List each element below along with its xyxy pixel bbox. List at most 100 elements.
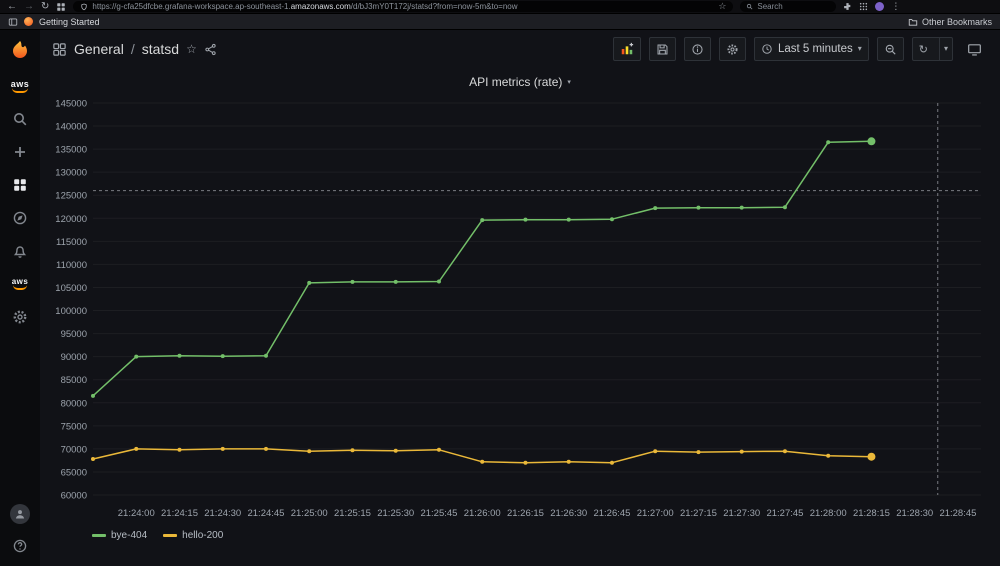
panel-menu-caret-icon: ▾ (567, 78, 571, 86)
x-axis-label: 21:26:15 (507, 508, 544, 519)
y-axis-label: 60000 (61, 491, 87, 502)
y-axis-label: 130000 (55, 168, 87, 179)
series-point-hello-200 (480, 459, 485, 464)
x-axis-label: 21:27:15 (680, 508, 717, 519)
extensions-puzzle-icon[interactable] (843, 2, 852, 11)
y-axis-label: 125000 (55, 191, 87, 202)
address-bar[interactable]: https://g-cfa25dfcbe.grafana-workspace.a… (73, 1, 734, 12)
timeseries-chart[interactable]: 60000 65000 70000 75000 80000 85000 90000 95000… (45, 93, 995, 525)
forward-icon[interactable]: → (24, 0, 34, 14)
legend-item-bye-404[interactable]: bye-404 (92, 530, 147, 541)
time-range-picker[interactable]: Last 5 minutes ▾ (753, 37, 869, 61)
sidebar-item-explore[interactable] (9, 208, 31, 228)
x-axis-label: 21:28:45 (939, 508, 976, 519)
series-point-bye-404 (826, 140, 831, 145)
browser-search-input[interactable]: Search (740, 1, 837, 12)
x-axis-label: 21:25:45 (420, 508, 457, 519)
browser-menu-icon[interactable]: ⋮ (891, 1, 900, 12)
y-axis-label: 100000 (55, 306, 87, 317)
dashboard-insights-button[interactable] (683, 37, 711, 61)
zoom-out-icon (885, 44, 896, 55)
add-panel-icon (621, 42, 634, 55)
legend-item-hello-200[interactable]: hello-200 (163, 530, 223, 541)
refresh-button[interactable]: ↻ (913, 38, 934, 60)
save-icon (657, 44, 668, 54)
search-placeholder: Search (757, 2, 783, 11)
search-icon (747, 3, 753, 10)
chart-legend: bye-404 hello-200 (44, 525, 996, 543)
series-point-hello-200 (134, 446, 139, 451)
tabs-grid-icon[interactable] (56, 2, 66, 12)
back-icon[interactable]: ← (7, 0, 17, 14)
save-dashboard-button[interactable] (648, 37, 676, 61)
x-axis-label: 21:24:00 (118, 508, 155, 519)
series-point-hello-200 (350, 448, 355, 453)
panel-title[interactable]: API metrics (rate) ▾ (44, 71, 996, 93)
series-point-hello-200 (609, 460, 614, 465)
series-swatch (92, 533, 106, 537)
series-point-bye-404 (263, 353, 268, 358)
x-axis-label: 21:26:00 (464, 508, 501, 519)
series-point-bye-404 (134, 354, 139, 359)
refresh-interval-dropdown[interactable]: ▾ (938, 38, 952, 60)
series-point-hello-200 (653, 449, 658, 454)
sidebar-item-aws[interactable]: aws (9, 274, 31, 294)
series-point-bye-404 (350, 279, 355, 284)
breadcrumb-dashboard[interactable]: statsd (142, 41, 179, 57)
favorite-star-icon[interactable]: ☆ (186, 42, 197, 56)
sidebar-toggle-icon[interactable] (8, 17, 18, 27)
y-axis-label: 145000 (55, 99, 87, 110)
y-axis-label: 110000 (56, 260, 87, 271)
zoom-out-button[interactable] (876, 37, 904, 61)
bookmark-getting-started[interactable]: Getting Started (39, 17, 100, 27)
user-avatar[interactable] (10, 504, 30, 524)
series-point-hello-200 (867, 452, 876, 461)
x-axis-label: 21:28:15 (853, 508, 890, 519)
y-axis-label: 120000 (55, 214, 87, 225)
browser-topbar: ← → ↻ https://g-cfa25dfcbe.grafana-works… (0, 0, 1000, 14)
help-icon[interactable] (9, 536, 31, 556)
refresh-button-group: ↻ ▾ (911, 37, 953, 61)
clock-icon (762, 44, 772, 54)
x-axis-label: 21:26:30 (550, 508, 587, 519)
profile-avatar[interactable] (875, 2, 885, 11)
bookmark-star-icon[interactable]: ☆ (718, 1, 726, 12)
reload-icon[interactable]: ↻ (41, 0, 49, 14)
other-bookmarks[interactable]: Other Bookmarks (908, 17, 992, 27)
series-point-hello-200 (566, 459, 571, 464)
series-point-bye-404 (523, 217, 528, 222)
x-axis-label: 21:28:00 (810, 508, 847, 519)
series-line-bye-404 (92, 140, 872, 397)
dashboard-settings-button[interactable] (718, 37, 746, 61)
series-point-bye-404 (653, 206, 658, 211)
x-axis-label: 21:27:00 (637, 508, 674, 519)
add-panel-button[interactable] (612, 37, 641, 61)
y-axis-label: 140000 (55, 122, 87, 133)
sidebar-item-alerting[interactable] (9, 241, 31, 261)
monitor-icon (968, 43, 981, 56)
y-axis-label: 75000 (61, 421, 87, 432)
bell-icon (13, 246, 27, 258)
share-icon[interactable] (204, 43, 217, 56)
grafana-favicon (24, 17, 33, 26)
breadcrumb-folder[interactable]: General (74, 41, 124, 57)
sidebar-item-search[interactable] (9, 109, 31, 129)
chevron-down-icon: ▾ (857, 44, 862, 53)
folder-icon (908, 18, 918, 26)
series-point-bye-404 (782, 205, 787, 210)
series-point-bye-404 (696, 205, 701, 210)
x-axis-label: 21:24:45 (247, 508, 284, 519)
sidebar-item-dashboards[interactable] (9, 175, 31, 195)
apps-grid-icon[interactable] (859, 2, 868, 11)
gear-icon (727, 43, 738, 55)
series-point-hello-200 (826, 453, 831, 458)
series-point-hello-200 (696, 450, 701, 455)
dashboard-header: General / statsd ☆ Last 5 minutes ▾ ↻ ▾ (40, 30, 1000, 68)
cycle-view-button[interactable] (961, 37, 988, 61)
plus-icon (15, 147, 25, 157)
series-point-bye-404 (177, 353, 182, 358)
sidebar-item-configuration[interactable] (9, 307, 31, 327)
series-point-hello-200 (739, 449, 744, 454)
grafana-logo-icon[interactable] (8, 39, 32, 63)
sidebar-item-create[interactable] (9, 142, 31, 162)
